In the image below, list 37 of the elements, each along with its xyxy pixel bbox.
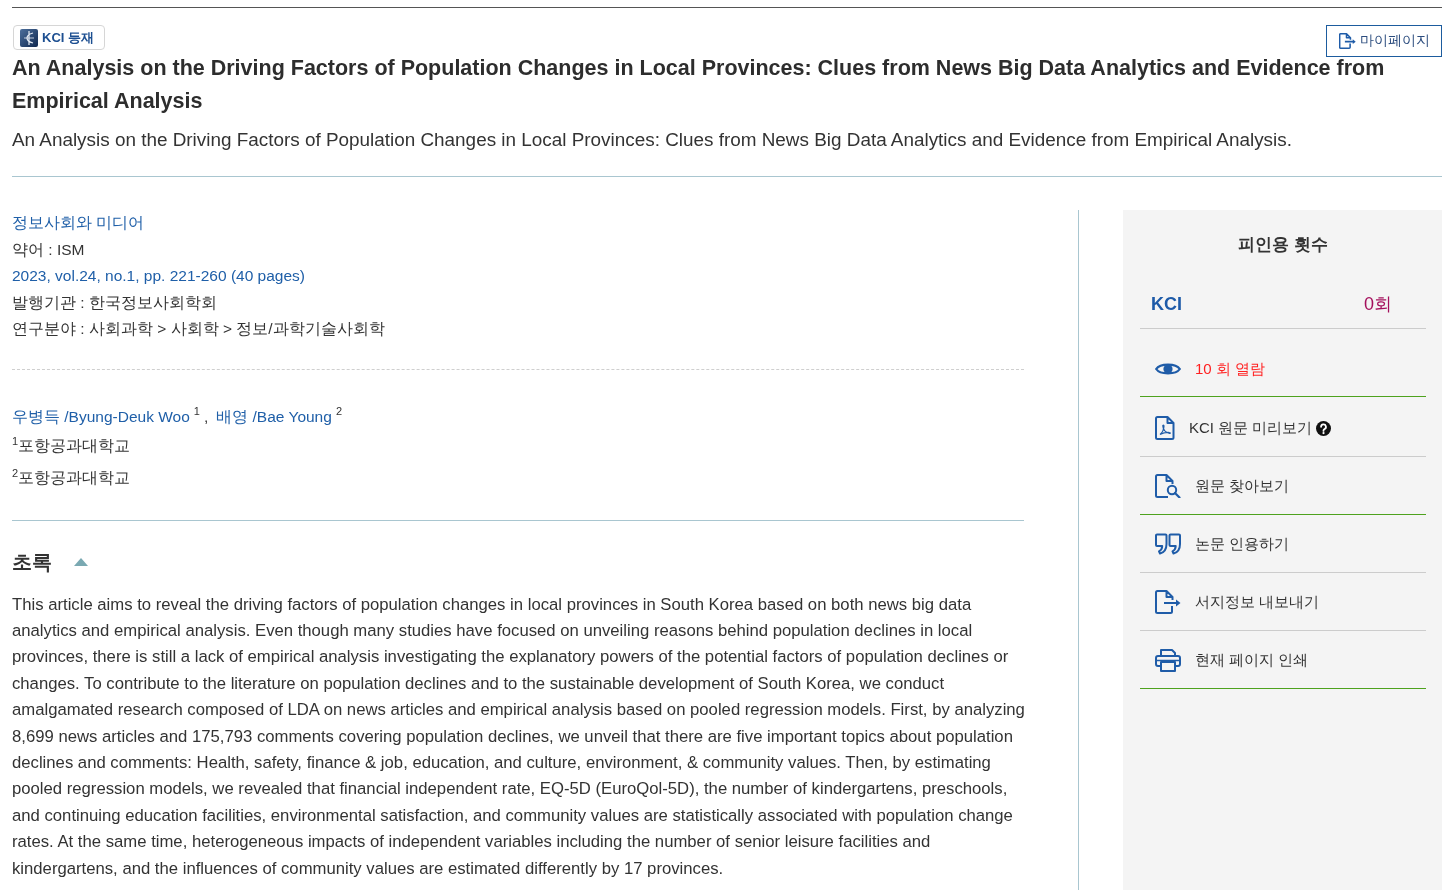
footnote-mark: 1: [193, 405, 200, 417]
mypage-button[interactable]: 마이페이지: [1326, 25, 1442, 57]
view-count: 10 회 열람: [1195, 359, 1266, 379]
badge-label: KCI 등재: [42, 28, 94, 47]
quote-icon: [1155, 533, 1181, 555]
file-search-icon: [1155, 474, 1181, 498]
panel-heading: 피인용 횟수: [1237, 234, 1329, 256]
caret-up-icon[interactable]: [74, 557, 88, 566]
article-subtitle: An Analysis on the Driving Factors of Population Changes in Local Provinces: Clues from News Big Data Analytics and Evidence from Empirical Analysis.: [12, 128, 1293, 152]
meta-text: 발행기관 : 한국정보사회학회: [12, 292, 218, 313]
logo-icon: [20, 28, 38, 47]
eye-icon: [1155, 361, 1181, 377]
file-export-icon: [1155, 590, 1181, 614]
citation-count: 0회: [1364, 293, 1392, 316]
meta-text: 약어 : ISM: [12, 239, 86, 260]
separator-text: ,: [203, 407, 209, 425]
journal-link[interactable]: 2023, vol.24, no.1, pp. 221-260 (40 pages): [12, 263, 1024, 290]
action-link[interactable]: 논문 인용하기: [1155, 532, 1290, 556]
affiliation-text: $^{2}$포항공과대학교: [12, 465, 132, 488]
abstract-heading: 초록: [12, 549, 52, 575]
footnote-mark: 2: [335, 405, 342, 417]
abstract-text: This article aims to reveal the driving factors of population changes in local provinces in South Korea based on both news big data analytics and empirical analysis. Even though many studies have focused on unveiling reasons behind population declines in local provinces, there is still a lack of empirical analysis investigating the explanatory powers of the potential factors of population declines or changes. To contribute to the literature on population declines and to the sustainable development of South Korea, we conduct amalgamated research composed of LDA on news articles and empirical analysis based on pooled regression models. First, by analyzing 8,699 news articles and 175,793 comments covering population declines, we unveil that there are five important topics about population declines and comments: Health, safety, finance & job, education, and culture, environment, & community values. Then, by estimating pooled regression models, we revealed that financial independent rate, EQ-5D (EuroQol-5D), the number of kindergartens, preschools, and continuing education facilities, environmental satisfaction, and community values are statistically associated with population change rates. At the same time, heterogeneous impacts of independent variables including the number of senior leisure facilities and kindergartens, and the influences of community values are estimated differently by 17 provinces.: [12, 593, 1026, 880]
affiliation-text: $^{1}$포항공과대학교: [12, 433, 132, 456]
action-link[interactable]: KCI 원문 미리보기: [1155, 416, 1313, 440]
source-label: KCI: [1151, 293, 1182, 316]
meta-text: 연구분야 : 사회과학 > 사회학 > 정보/과학기술사회학: [12, 319, 386, 339]
action-link[interactable]: 현재 페이지 인쇄: [1155, 648, 1309, 672]
action-link[interactable]: 원문 찾아보기: [1155, 474, 1290, 498]
printer-icon: [1155, 648, 1181, 672]
author-link[interactable]: 우병득 /Byung-Deuk Woo: [12, 407, 190, 425]
pdf-file-icon: [1155, 416, 1175, 440]
journal-link[interactable]: 정보사회와 미디어: [12, 210, 1024, 237]
action-link[interactable]: 서지정보 내보내기: [1155, 590, 1320, 614]
article-title: An Analysis on the Driving Factors of Population Changes in Local Provinces: Clues from News Big Data Analytics and Evidence from Empirical Analysis: [12, 55, 1386, 115]
file-export-icon: [1339, 33, 1356, 49]
help-icon[interactable]: [1316, 420, 1332, 436]
author-link[interactable]: 배영 /Bae Young: [216, 407, 332, 425]
